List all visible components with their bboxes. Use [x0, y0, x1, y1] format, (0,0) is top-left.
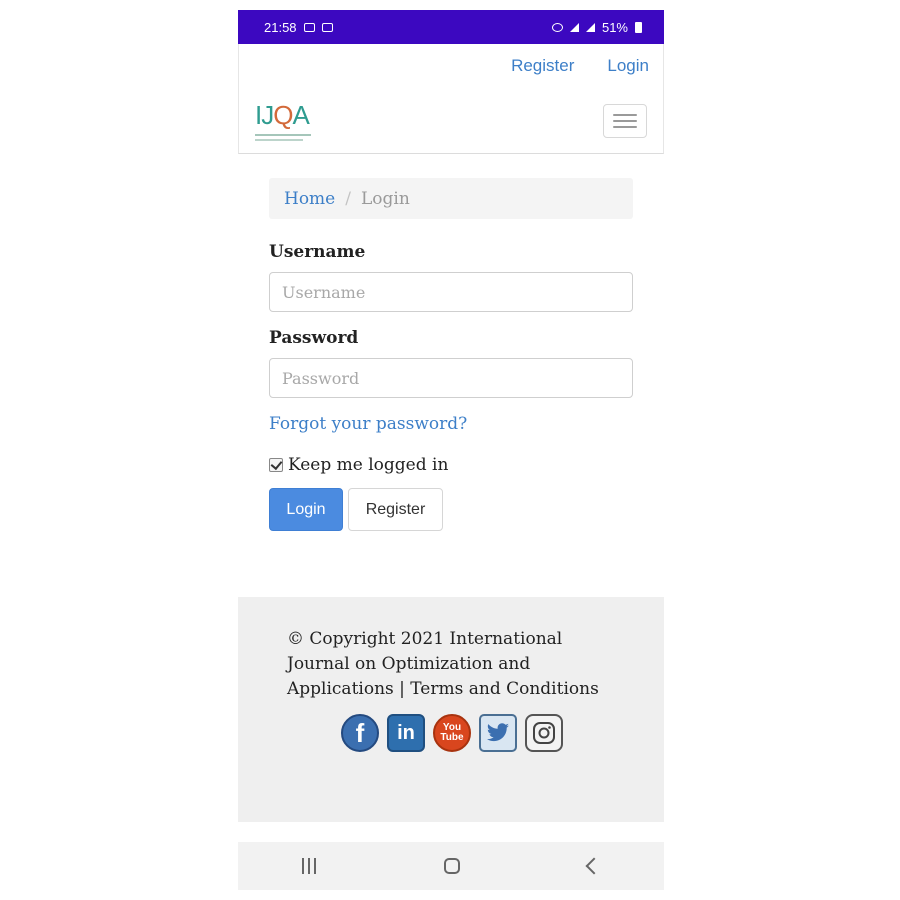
gallery-icon [303, 22, 315, 32]
site-footer: © Copyright 2021 International Journal o… [238, 597, 664, 822]
username-label: Username [269, 242, 366, 262]
battery-icon [635, 21, 642, 33]
register-link[interactable]: Register [511, 56, 574, 76]
keep-logged-in-checkbox[interactable] [269, 458, 283, 472]
register-button[interactable]: Register [348, 488, 443, 531]
notification-icon [321, 22, 333, 32]
site-logo[interactable]: IJQA [255, 102, 321, 146]
battery-percent: 51% [601, 19, 628, 35]
android-nav-bar [238, 842, 664, 890]
top-links: Register Login [511, 56, 649, 76]
youtube-icon[interactable]: You Tube [433, 714, 471, 752]
facebook-icon[interactable]: f [341, 714, 379, 752]
logo-tagline-line-2 [255, 139, 303, 141]
social-links: f in You Tube [341, 714, 563, 752]
instagram-icon[interactable] [525, 714, 563, 752]
status-time: 21:58 [264, 19, 297, 35]
keep-logged-in-label: Keep me logged in [288, 455, 449, 475]
breadcrumb: Home / Login [269, 178, 633, 219]
home-icon[interactable] [444, 858, 460, 874]
phone-screen: 21:58 51% Register Login IJQA Home / Log… [238, 10, 664, 892]
forgot-password-link[interactable]: Forgot your password? [269, 414, 467, 434]
logo-mark: IJQA [255, 100, 310, 130]
login-link[interactable]: Login [607, 56, 649, 76]
hamburger-icon[interactable] [603, 104, 647, 138]
alarm-icon [551, 22, 563, 32]
twitter-icon[interactable] [479, 714, 517, 752]
login-button[interactable]: Login [269, 488, 343, 531]
password-input[interactable] [269, 358, 633, 398]
status-bar: 21:58 51% [238, 10, 664, 44]
breadcrumb-separator: / [345, 188, 351, 209]
keep-logged-in[interactable]: Keep me logged in [269, 455, 448, 475]
password-label: Password [269, 328, 359, 348]
copyright-text: © Copyright 2021 International Journal o… [287, 629, 599, 699]
signal-icon-2 [585, 22, 595, 32]
site-header: Register Login IJQA [238, 44, 664, 154]
breadcrumb-home[interactable]: Home [284, 189, 335, 209]
back-icon[interactable] [585, 857, 603, 875]
logo-tagline-line [255, 134, 311, 136]
username-input[interactable] [269, 272, 633, 312]
linkedin-icon[interactable]: in [387, 714, 425, 752]
breadcrumb-current: Login [360, 188, 410, 209]
signal-icon [569, 22, 579, 32]
recent-apps-icon[interactable] [302, 858, 316, 874]
